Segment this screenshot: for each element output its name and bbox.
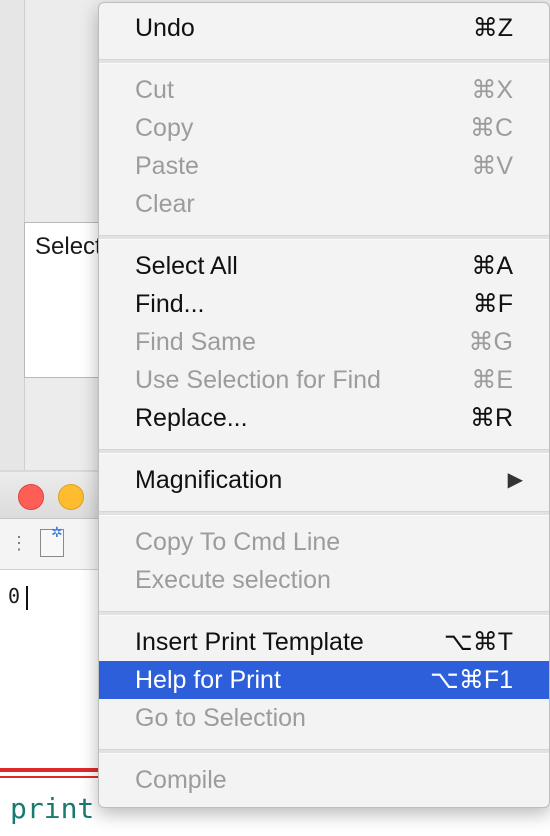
menu-item-label: Paste xyxy=(135,152,199,180)
menu-item-find-same[interactable]: Find Same ⌘G xyxy=(99,323,549,361)
menu-item-shortcut: ⌘Z xyxy=(472,14,513,42)
menu-separator xyxy=(99,449,549,454)
menu-item-go-to-selection[interactable]: Go to Selection xyxy=(99,699,549,737)
menu-item-label: Find Same xyxy=(135,328,256,356)
menu-item-shortcut: ⌘A xyxy=(471,252,513,280)
menu-item-shortcut: ⌘G xyxy=(468,328,513,356)
menu-separator xyxy=(99,749,549,754)
menu-item-help-for-print[interactable]: Help for Print ⌥⌘F1 xyxy=(99,661,549,699)
menu-item-compile[interactable]: Compile xyxy=(99,761,549,799)
menu-separator xyxy=(99,511,549,516)
menu-separator xyxy=(99,235,549,240)
menu-item-insert-print-template[interactable]: Insert Print Template ⌥⌘T xyxy=(99,623,549,661)
context-menu: Undo ⌘Z Cut ⌘X Copy ⌘C Paste ⌘V Clear Se… xyxy=(98,2,550,808)
menu-item-label: Use Selection for Find xyxy=(135,366,381,394)
menu-item-label: Magnification xyxy=(135,466,283,494)
menu-item-label: Help for Print xyxy=(135,666,281,694)
menu-item-use-selection-for-find[interactable]: Use Selection for Find ⌘E xyxy=(99,361,549,399)
menu-item-label: Undo xyxy=(135,14,195,42)
menu-item-label: Copy xyxy=(135,114,194,142)
menu-item-shortcut: ⌘R xyxy=(469,404,513,432)
menu-item-shortcut: ⌘F xyxy=(472,290,513,318)
star-icon: ✲ xyxy=(51,524,63,540)
menu-item-label: Go to Selection xyxy=(135,704,306,732)
triangle-right-icon: ▶ xyxy=(507,469,523,491)
toolbar-grip-icon: ⋮ xyxy=(10,533,28,553)
menu-item-replace[interactable]: Replace... ⌘R xyxy=(99,399,549,437)
menu-item-paste[interactable]: Paste ⌘V xyxy=(99,147,549,185)
menu-item-find[interactable]: Find... ⌘F xyxy=(99,285,549,323)
menu-item-magnification[interactable]: Magnification ▶ xyxy=(99,461,549,499)
print-command-text[interactable]: print xyxy=(10,792,94,825)
menu-item-shortcut: ⌥⌘F1 xyxy=(430,666,513,694)
menu-item-shortcut: ⌘X xyxy=(471,76,513,104)
menu-item-clear[interactable]: Clear xyxy=(99,185,549,223)
menu-item-undo[interactable]: Undo ⌘Z xyxy=(99,9,549,47)
menu-item-label: Cut xyxy=(135,76,174,104)
menu-item-shortcut: ⌥⌘T xyxy=(443,628,513,656)
minimize-window-button[interactable] xyxy=(58,484,84,510)
menu-item-label: Select All xyxy=(135,252,238,280)
menu-item-label: Clear xyxy=(135,190,195,218)
close-window-button[interactable] xyxy=(18,484,44,510)
menu-item-shortcut: ⌘E xyxy=(471,366,513,394)
new-document-icon[interactable]: ✲ xyxy=(40,524,64,557)
menu-item-execute-selection[interactable]: Execute selection xyxy=(99,561,549,599)
menu-item-label: Compile xyxy=(135,766,227,794)
text-caret xyxy=(26,585,29,610)
menu-item-cut[interactable]: Cut ⌘X xyxy=(99,71,549,109)
menu-item-copy[interactable]: Copy ⌘C xyxy=(99,109,549,147)
menu-item-label: Replace... xyxy=(135,404,248,432)
menu-separator xyxy=(99,611,549,616)
line-value: 0 xyxy=(8,584,21,608)
menu-item-select-all[interactable]: Select All ⌘A xyxy=(99,247,549,285)
menu-item-label: Execute selection xyxy=(135,566,331,594)
menu-item-label: Insert Print Template xyxy=(135,628,364,656)
menu-item-shortcut: ⌘C xyxy=(469,114,513,142)
menu-item-label: Copy To Cmd Line xyxy=(135,528,341,556)
menu-item-shortcut: ⌘V xyxy=(471,152,513,180)
code-line[interactable]: 0 xyxy=(8,584,29,610)
menu-item-label: Find... xyxy=(135,290,205,318)
menu-item-copy-to-cmd-line[interactable]: Copy To Cmd Line xyxy=(99,523,549,561)
menu-separator xyxy=(99,59,549,64)
left-strip xyxy=(0,0,25,470)
